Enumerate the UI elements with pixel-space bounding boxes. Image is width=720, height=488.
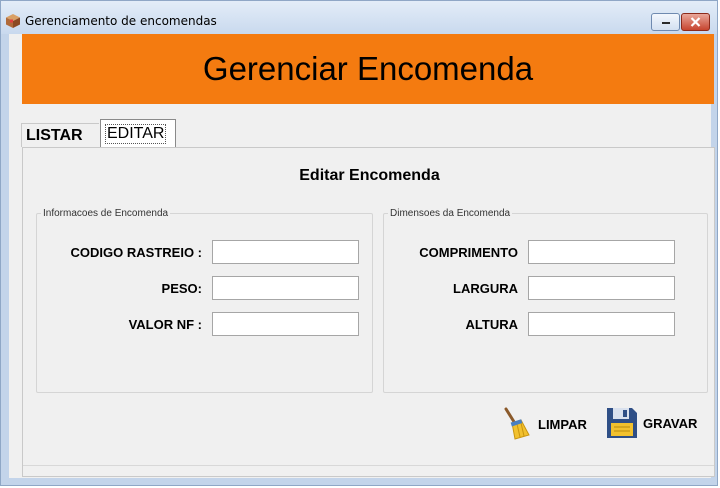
package-icon bbox=[6, 14, 20, 28]
save-button[interactable]: GRAVAR bbox=[605, 406, 697, 440]
width-label: LARGURA bbox=[453, 281, 518, 296]
minimize-button[interactable] bbox=[651, 13, 680, 31]
invoice-value-input[interactable] bbox=[212, 312, 359, 336]
save-button-label: GRAVAR bbox=[643, 415, 698, 431]
length-label: COMPRIMENTO bbox=[419, 245, 518, 260]
weight-label: PESO: bbox=[161, 281, 202, 296]
width-input[interactable] bbox=[528, 276, 675, 300]
package-dimensions-legend: Dimensoes da Encomenda bbox=[390, 208, 511, 219]
tracking-code-label: CODIGO RASTREIO : bbox=[70, 245, 202, 260]
app-window: Gerenciamento de encomendas Gerenciar En… bbox=[0, 0, 718, 486]
clear-button-label: LIMPAR bbox=[538, 416, 587, 432]
broom-icon bbox=[504, 407, 530, 440]
tracking-code-input[interactable] bbox=[212, 240, 359, 264]
length-input[interactable] bbox=[528, 240, 675, 264]
package-info-group: Informacoes de Encomenda bbox=[36, 208, 373, 393]
tab-editar[interactable]: EDITAR bbox=[100, 119, 176, 147]
floppy-disk-icon bbox=[607, 408, 637, 438]
title-bar[interactable]: Gerenciamento de encomendas bbox=[1, 1, 717, 34]
window-client-area: Gerenciar Encomenda LISTAR EDITAR Editar… bbox=[9, 34, 715, 478]
close-button[interactable] bbox=[681, 13, 710, 31]
edit-panel: Editar Encomenda Informacoes de Encomend… bbox=[22, 147, 715, 477]
form-title: Editar Encomenda bbox=[299, 167, 440, 184]
package-info-legend: Informacoes de Encomenda bbox=[43, 208, 169, 219]
tab-listar[interactable]: LISTAR bbox=[21, 123, 99, 147]
height-input[interactable] bbox=[528, 312, 675, 336]
weight-input[interactable] bbox=[212, 276, 359, 300]
close-icon bbox=[690, 17, 701, 27]
clear-button[interactable]: LIMPAR bbox=[502, 407, 587, 441]
package-dimensions-group: Dimensoes da Encomenda bbox=[383, 208, 708, 393]
minimize-icon bbox=[661, 22, 670, 24]
tab-listar-label: LISTAR bbox=[26, 126, 83, 144]
panel-divider bbox=[23, 465, 714, 466]
invoice-value-label: VALOR NF : bbox=[128, 317, 202, 332]
window-title: Gerenciamento de encomendas bbox=[25, 14, 217, 28]
tab-editar-label: EDITAR bbox=[105, 123, 167, 144]
height-label: ALTURA bbox=[465, 317, 518, 332]
banner-title: Gerenciar Encomenda bbox=[202, 50, 534, 87]
header-banner: Gerenciar Encomenda bbox=[22, 34, 714, 104]
